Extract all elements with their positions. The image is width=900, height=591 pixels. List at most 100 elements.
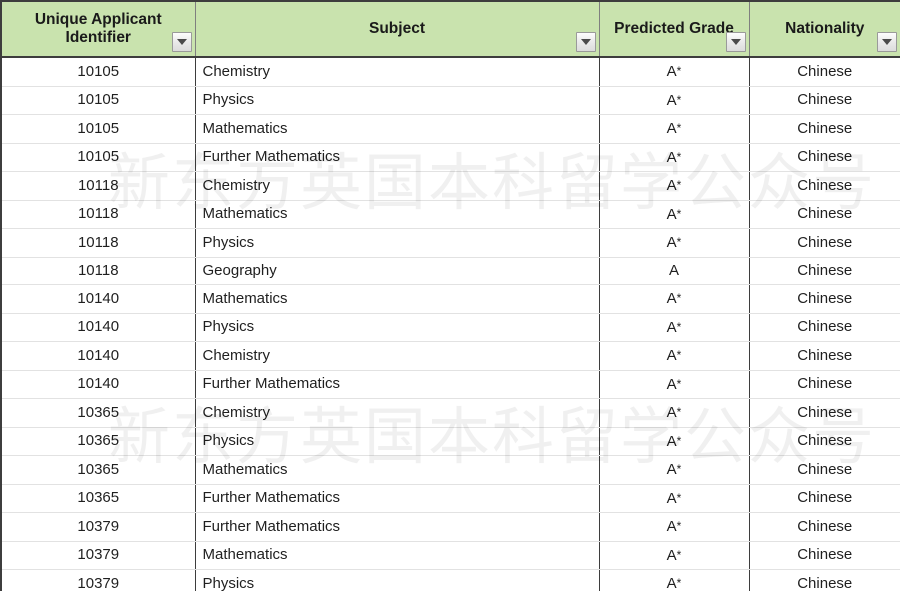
cell-grade[interactable]: A* [598, 398, 750, 428]
filter-dropdown-icon[interactable] [725, 32, 746, 52]
cell-nationality[interactable]: Chinese [748, 341, 900, 371]
cell-nationality[interactable]: Chinese [748, 284, 900, 314]
table-header: Unique Applicant Identifier Subject Predic… [0, 0, 900, 58]
spreadsheet-canvas: Unique Applicant Identifier Subject Predic… [0, 0, 900, 591]
grade-star-glyph: * [676, 291, 682, 305]
cell-identifier[interactable]: 10379 [0, 541, 196, 570]
cell-grade[interactable]: A* [598, 569, 750, 591]
cell-identifier[interactable]: 10140 [0, 284, 196, 314]
cell-grade[interactable]: A* [598, 313, 750, 342]
cell-subject[interactable]: Physics [194, 569, 600, 591]
cell-grade[interactable]: A* [598, 171, 750, 201]
cell-grade[interactable]: A* [598, 143, 750, 172]
cell-nationality[interactable]: Chinese [748, 228, 900, 258]
cell-subject[interactable]: Physics [194, 86, 600, 115]
cell-identifier[interactable]: 10118 [0, 228, 196, 258]
cell-identifier[interactable]: 10105 [0, 86, 196, 115]
cell-nationality[interactable]: Chinese [748, 484, 900, 513]
cell-subject[interactable]: Chemistry [194, 398, 600, 428]
table-row: 10140 Chemistry A* Chinese [0, 341, 900, 371]
cell-nationality[interactable]: Chinese [748, 200, 900, 229]
cell-grade[interactable]: A* [598, 284, 750, 314]
filter-dropdown-icon[interactable] [171, 32, 192, 52]
grade-star-glyph: * [676, 149, 682, 164]
cell-identifier[interactable]: 10105 [0, 114, 196, 144]
cell-subject[interactable]: Chemistry [194, 57, 600, 87]
cell-grade[interactable]: A* [598, 200, 750, 229]
cell-subject[interactable]: Mathematics [194, 200, 600, 229]
cell-identifier[interactable]: 10365 [0, 398, 196, 428]
cell-nationality[interactable]: Chinese [748, 512, 900, 542]
cell-subject[interactable]: Mathematics [194, 455, 600, 485]
cell-nationality[interactable]: Chinese [748, 569, 900, 591]
cell-subject[interactable]: Further Mathematics [194, 143, 600, 172]
table-row: 10365 Mathematics A* Chinese [0, 455, 900, 485]
cell-subject[interactable]: Mathematics [194, 284, 600, 314]
cell-identifier[interactable]: 10105 [0, 143, 196, 172]
cell-nationality[interactable]: Chinese [748, 455, 900, 485]
filter-dropdown-icon[interactable] [575, 32, 596, 52]
cell-nationality[interactable]: Chinese [748, 171, 900, 201]
cell-grade[interactable]: A* [598, 455, 750, 485]
table-row: 10365 Further Mathematics A* Chinese [0, 484, 900, 513]
grade-star-glyph: * [676, 433, 682, 448]
cell-grade[interactable]: A* [598, 114, 750, 144]
chevron-down-icon [580, 39, 591, 45]
cell-identifier[interactable]: 10379 [0, 512, 196, 542]
cell-identifier[interactable]: 10118 [0, 171, 196, 201]
cell-nationality[interactable]: Chinese [748, 86, 900, 115]
cell-subject[interactable]: Physics [194, 313, 600, 342]
cell-grade[interactable]: A* [598, 512, 750, 542]
cell-grade[interactable]: A* [598, 57, 750, 87]
cell-nationality[interactable]: Chinese [748, 257, 900, 285]
table-row: 10140 Further Mathematics A* Chinese [0, 370, 900, 399]
table-row: 10118 Mathematics A* Chinese [0, 200, 900, 229]
chevron-down-icon [176, 39, 187, 45]
cell-identifier[interactable]: 10379 [0, 569, 196, 591]
cell-grade[interactable]: A* [598, 370, 750, 399]
table-row: 10365 Chemistry A* Chinese [0, 398, 900, 428]
cell-nationality[interactable]: Chinese [748, 427, 900, 456]
cell-nationality[interactable]: Chinese [748, 398, 900, 428]
cell-identifier[interactable]: 10118 [0, 200, 196, 229]
cell-identifier[interactable]: 10365 [0, 427, 196, 456]
cell-nationality[interactable]: Chinese [748, 143, 900, 172]
cell-subject[interactable]: Further Mathematics [194, 370, 600, 399]
cell-nationality[interactable]: Chinese [748, 313, 900, 342]
cell-subject[interactable]: Chemistry [194, 171, 600, 201]
applicant-subjects-table: Unique Applicant Identifier Subject Predic… [0, 0, 900, 591]
cell-nationality[interactable]: Chinese [748, 114, 900, 144]
table-row: 10379 Mathematics A* Chinese [0, 541, 900, 570]
table-row: 10140 Physics A* Chinese [0, 313, 900, 342]
cell-identifier[interactable]: 10140 [0, 370, 196, 399]
cell-nationality[interactable]: Chinese [748, 370, 900, 399]
cell-grade[interactable]: A* [598, 228, 750, 258]
cell-grade[interactable]: A* [598, 427, 750, 456]
cell-grade[interactable]: A* [598, 86, 750, 115]
cell-identifier[interactable]: 10140 [0, 341, 196, 371]
cell-subject[interactable]: Further Mathematics [194, 512, 600, 542]
cell-nationality[interactable]: Chinese [748, 541, 900, 570]
cell-subject[interactable]: Mathematics [194, 114, 600, 144]
table-row: 10105 Mathematics A* Chinese [0, 114, 900, 144]
cell-identifier[interactable]: 10140 [0, 313, 196, 342]
cell-identifier[interactable]: 10365 [0, 484, 196, 513]
cell-nationality[interactable]: Chinese [748, 57, 900, 87]
cell-subject[interactable]: Geography [194, 257, 600, 285]
cell-grade[interactable]: A [598, 257, 750, 285]
cell-grade[interactable]: A* [598, 341, 750, 371]
cell-identifier[interactable]: 10365 [0, 455, 196, 485]
cell-grade[interactable]: A* [598, 541, 750, 570]
cell-subject[interactable]: Further Mathematics [194, 484, 600, 513]
cell-identifier[interactable]: 10118 [0, 257, 196, 285]
grade-star-glyph: * [676, 178, 682, 192]
cell-subject[interactable]: Physics [194, 427, 600, 456]
grade-star-glyph: * [676, 121, 682, 135]
cell-subject[interactable]: Chemistry [194, 341, 600, 371]
filter-dropdown-icon[interactable] [877, 32, 897, 52]
cell-subject[interactable]: Mathematics [194, 541, 600, 570]
table-row: 10105 Chemistry A* Chinese [0, 57, 900, 87]
cell-grade[interactable]: A* [598, 484, 750, 513]
cell-subject[interactable]: Physics [194, 228, 600, 258]
cell-identifier[interactable]: 10105 [0, 57, 196, 87]
